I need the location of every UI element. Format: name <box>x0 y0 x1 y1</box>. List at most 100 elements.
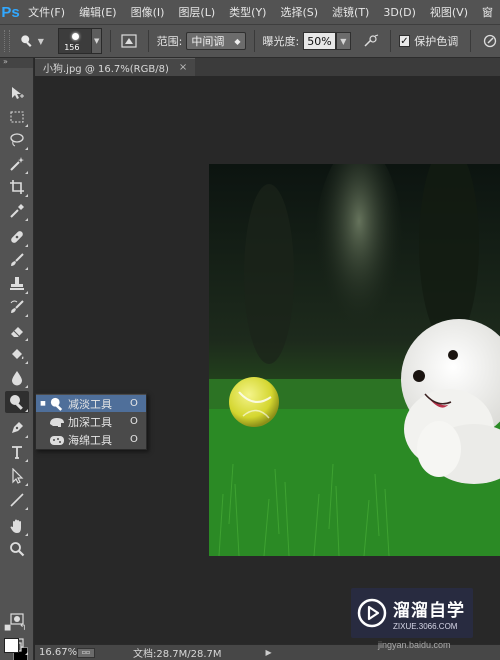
play-logo-icon <box>357 598 387 628</box>
tools-panel-header[interactable]: » <box>0 58 33 68</box>
crop-icon <box>10 180 24 194</box>
foreground-color-swatch[interactable] <box>4 638 19 653</box>
document-size: 文档:28.7M/28.7M <box>133 649 222 660</box>
healing-brush-icon <box>11 231 23 243</box>
flyout-item-sponge[interactable]: 海绵工具 O <box>36 431 146 448</box>
corner-indicator <box>25 244 28 247</box>
menu-window[interactable]: 窗 <box>475 4 500 20</box>
hand-tool[interactable] <box>5 515 29 537</box>
tool-preset-picker[interactable]: ▼ <box>20 34 48 48</box>
path-selection-icon <box>12 468 24 484</box>
pressure-button[interactable] <box>479 31 500 51</box>
brush-preset-picker[interactable]: 156 <box>58 28 93 54</box>
eyedropper-tool[interactable] <box>5 200 29 222</box>
move-tool[interactable] <box>5 82 29 104</box>
options-grip[interactable] <box>4 30 10 52</box>
menu-layer[interactable]: 图层(L) <box>171 4 222 20</box>
brush-panel-icon <box>121 34 137 48</box>
menu-type[interactable]: 类型(Y) <box>222 4 273 20</box>
brush-icon <box>11 253 24 266</box>
protect-tones-checkbox[interactable]: ✓ <box>398 35 411 47</box>
menu-bar: Ps 文件(F) 编辑(E) 图像(I) 图层(L) 类型(Y) 选择(S) 滤… <box>0 0 500 24</box>
exposure-input[interactable]: 50% <box>303 32 336 50</box>
close-icon[interactable]: × <box>179 62 187 73</box>
brush-tip-icon <box>72 33 80 40</box>
document-tab-title: 小狗.jpg @ 16.7%(RGB/8) <box>43 64 169 75</box>
dodge-icon <box>48 397 66 411</box>
healing-brush-tool[interactable] <box>5 226 29 248</box>
burn-icon <box>48 415 66 429</box>
exposure-label: 曝光度: <box>262 35 300 48</box>
line-icon <box>10 493 24 507</box>
chevron-down-icon: ◆ <box>234 36 241 46</box>
proof-icon[interactable]: ▫▫ <box>77 647 95 658</box>
chevron-down-icon: ▼ <box>37 36 44 46</box>
corner-indicator <box>25 338 28 341</box>
zoom-tool[interactable] <box>5 538 29 560</box>
quick-mask-button[interactable] <box>5 608 29 630</box>
flyout-item-label: 加深工具 <box>68 415 112 429</box>
flyout-item-dodge[interactable]: ■ 减淡工具 O <box>36 395 146 412</box>
menu-filter[interactable]: 滤镜(T) <box>325 4 376 20</box>
brush-panel-button[interactable] <box>119 31 140 51</box>
document-tab[interactable]: 小狗.jpg @ 16.7%(RGB/8) × <box>35 58 196 76</box>
protect-tones-label: 保护色调 <box>414 35 459 48</box>
menu-file[interactable]: 文件(F) <box>21 4 72 20</box>
brush-size: 156 <box>64 43 80 52</box>
watermark-url: jingyan.baidu.com <box>378 640 451 650</box>
dodge-icon <box>10 395 23 410</box>
document-tab-bar: 小狗.jpg @ 16.7%(RGB/8) × <box>35 58 500 76</box>
line-tool[interactable] <box>5 489 29 511</box>
status-menu-arrow[interactable]: ▶ <box>266 648 272 657</box>
app-logo: Ps <box>1 3 20 21</box>
flyout-item-shortcut: O <box>130 398 138 409</box>
document-canvas[interactable] <box>209 164 500 556</box>
lasso-tool[interactable] <box>5 129 29 151</box>
history-brush-icon <box>10 300 24 313</box>
divider <box>389 30 391 52</box>
eraser-tool[interactable] <box>5 320 29 342</box>
sponge-icon <box>48 433 66 447</box>
blur-icon <box>12 371 22 386</box>
type-tool[interactable] <box>5 441 29 463</box>
blur-tool[interactable] <box>5 367 29 389</box>
quick-mask-icon <box>10 613 24 625</box>
divider <box>253 30 255 52</box>
clone-stamp-tool[interactable] <box>5 273 29 295</box>
marquee-tool[interactable] <box>5 106 29 128</box>
corner-indicator <box>25 361 28 364</box>
flyout-item-label: 减淡工具 <box>68 397 112 411</box>
menu-3d[interactable]: 3D(D) <box>376 6 423 19</box>
magic-wand-tool[interactable] <box>5 153 29 175</box>
flyout-item-burn[interactable]: 加深工具 O <box>36 413 146 430</box>
brush-picker-arrow[interactable]: ▼ <box>92 28 102 54</box>
zoom-level[interactable]: 16.67% <box>35 647 77 658</box>
history-brush-tool[interactable] <box>5 296 29 318</box>
menu-view[interactable]: 视图(V) <box>423 4 475 20</box>
selected-bullet-icon: ■ <box>40 400 46 407</box>
marquee-icon <box>10 111 24 123</box>
range-label: 范围: <box>156 35 183 48</box>
corner-indicator <box>25 147 28 150</box>
menu-image[interactable]: 图像(I) <box>124 4 172 20</box>
pressure-icon <box>483 34 496 48</box>
paint-bucket-tool[interactable] <box>5 343 29 365</box>
range-select[interactable]: 中间调 ◆ <box>186 32 246 50</box>
menu-edit[interactable]: 编辑(E) <box>72 4 124 20</box>
dog-photo <box>209 164 500 556</box>
dodge-tool[interactable] <box>5 391 29 413</box>
flyout-item-label: 海绵工具 <box>68 433 112 447</box>
corner-indicator <box>25 124 28 127</box>
pen-tool[interactable] <box>5 417 29 439</box>
options-bar: ▼ 156 ▼ 范围: 中间调 ◆ 曝光度: 50% ▼ ✓ 保护色调 <box>0 24 500 58</box>
brush-tool[interactable] <box>5 249 29 271</box>
path-selection-tool[interactable] <box>5 465 29 487</box>
corner-indicator <box>25 507 28 510</box>
crop-tool[interactable] <box>5 176 29 198</box>
airbrush-button[interactable] <box>361 31 382 51</box>
exposure-slider-arrow[interactable]: ▼ <box>335 32 351 50</box>
corner-indicator <box>25 194 28 197</box>
clone-stamp-icon <box>10 277 24 290</box>
menu-select[interactable]: 选择(S) <box>273 4 325 20</box>
corner-indicator <box>25 459 28 462</box>
